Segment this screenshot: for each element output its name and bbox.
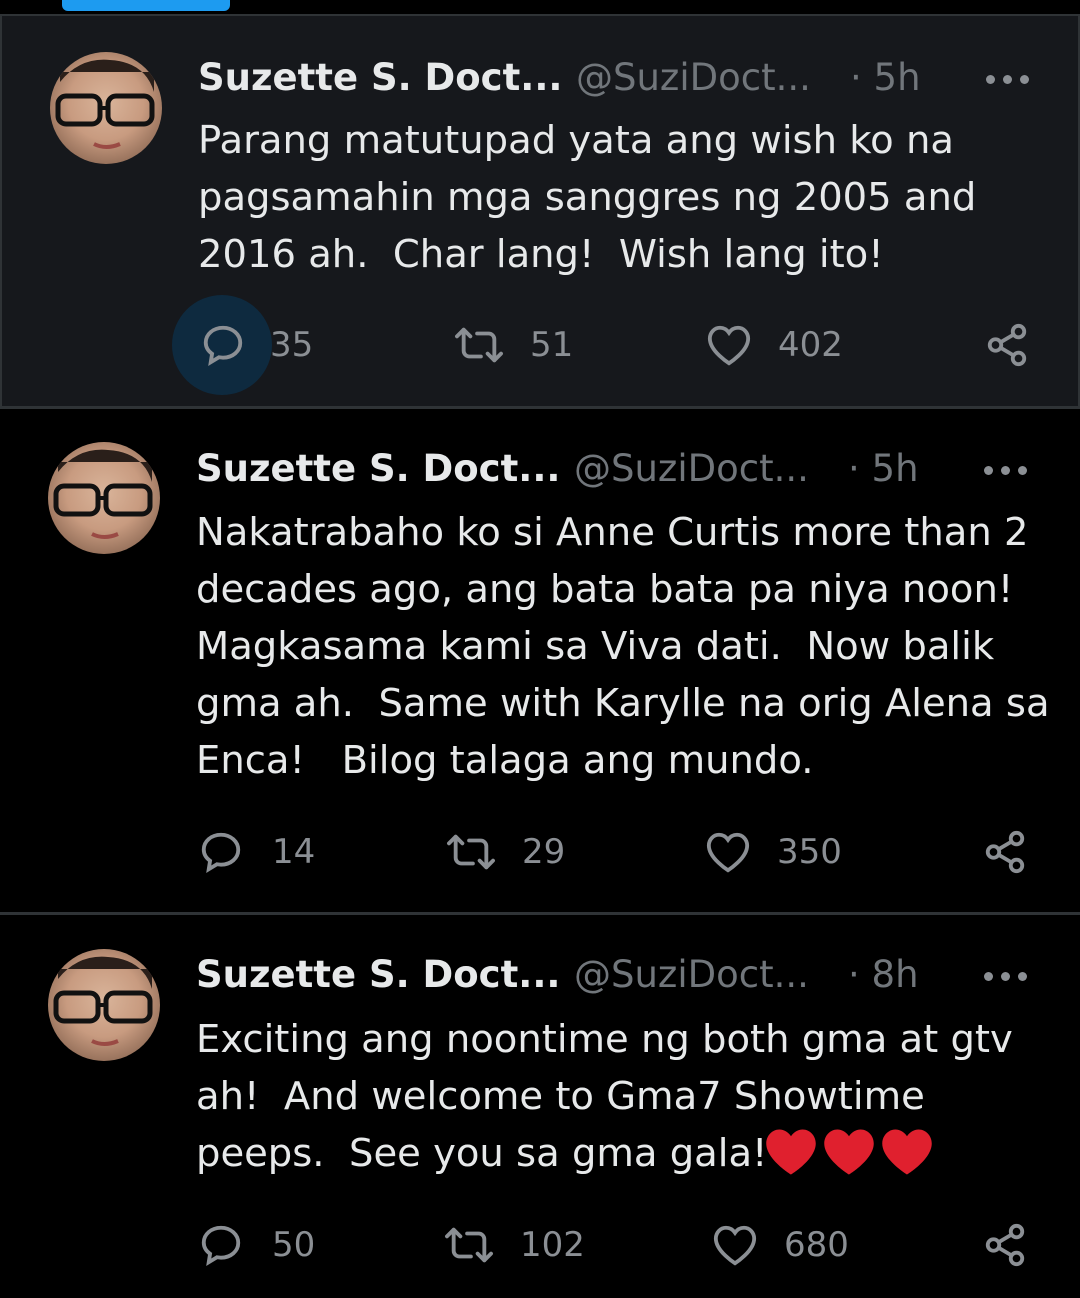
like-count: 680 — [784, 1225, 849, 1265]
red-heart-emoji-group — [764, 1127, 934, 1179]
like-button[interactable]: 350 — [705, 827, 842, 877]
reply-icon — [203, 325, 243, 367]
author-name[interactable]: Suzette S. Doct... — [196, 447, 560, 490]
more-icon[interactable] — [984, 466, 1028, 478]
avatar[interactable] — [50, 52, 162, 164]
share-button[interactable] — [982, 1220, 1028, 1270]
reply-button[interactable]: 35 — [200, 320, 313, 370]
like-count: 350 — [777, 832, 842, 872]
reply-button[interactable]: 50 — [198, 1220, 315, 1270]
retweet-button[interactable]: 29 — [446, 827, 565, 877]
author-handle[interactable]: @SuziDoct... — [574, 447, 809, 490]
avatar[interactable] — [48, 442, 160, 554]
reply-count: 35 — [270, 325, 314, 365]
retweet-count: 29 — [522, 832, 566, 872]
share-icon — [987, 323, 1027, 367]
avatar[interactable] — [48, 949, 160, 1061]
author-handle[interactable]: @SuziDoct... — [574, 953, 809, 996]
red-heart-emoji — [824, 1129, 874, 1175]
retweet-button[interactable]: 51 — [454, 320, 573, 370]
heart-icon — [706, 832, 750, 873]
like-count: 402 — [778, 325, 843, 365]
retweet-count: 102 — [520, 1225, 585, 1265]
like-button[interactable]: 680 — [712, 1220, 849, 1270]
heart-icon — [707, 325, 751, 366]
retweet-icon — [445, 1227, 493, 1263]
reply-count: 50 — [272, 1225, 316, 1265]
heart-icon — [713, 1225, 757, 1266]
share-button[interactable] — [982, 827, 1028, 877]
timestamp[interactable]: · 5h — [850, 56, 921, 99]
tweet-text: Nakatrabaho ko si Anne Curtis more than … — [196, 510, 1050, 783]
red-heart-emoji — [882, 1129, 932, 1175]
timestamp[interactable]: · 5h — [848, 447, 919, 490]
retweet-icon — [447, 834, 495, 870]
tweet-card[interactable]: Suzette S. Doct... @SuziDoct... · 5h Par… — [0, 14, 1080, 409]
reply-count: 14 — [272, 832, 316, 872]
more-icon[interactable] — [984, 972, 1028, 984]
more-icon[interactable] — [986, 75, 1030, 87]
reply-icon — [201, 832, 241, 874]
like-button[interactable]: 402 — [706, 320, 843, 370]
author-handle[interactable]: @SuziDoct... — [576, 56, 811, 99]
author-name[interactable]: Suzette S. Doct... — [196, 953, 560, 996]
retweet-button[interactable]: 102 — [444, 1220, 585, 1270]
retweet-count: 51 — [530, 325, 574, 365]
retweet-icon — [455, 327, 503, 363]
share-icon — [985, 830, 1025, 874]
author-name[interactable]: Suzette S. Doct... — [198, 56, 562, 99]
reply-button[interactable]: 14 — [198, 827, 315, 877]
timestamp[interactable]: · 8h — [848, 953, 919, 996]
share-button[interactable] — [984, 320, 1030, 370]
tweet-feed: Suzette S. Doct... @SuziDoct... · 5h Par… — [0, 0, 1080, 1298]
reply-icon — [201, 1225, 241, 1267]
tab-indicator — [62, 0, 230, 11]
red-heart-emoji — [766, 1129, 816, 1175]
tweet-card[interactable]: Suzette S. Doct... @SuziDoct... · 8h Exc… — [0, 915, 1080, 1298]
tweet-text: Parang matutupad yata ang wish ko na pag… — [198, 118, 977, 277]
share-icon — [985, 1223, 1025, 1267]
tweet-card[interactable]: Suzette S. Doct... @SuziDoct... · 5h Nak… — [0, 409, 1080, 912]
